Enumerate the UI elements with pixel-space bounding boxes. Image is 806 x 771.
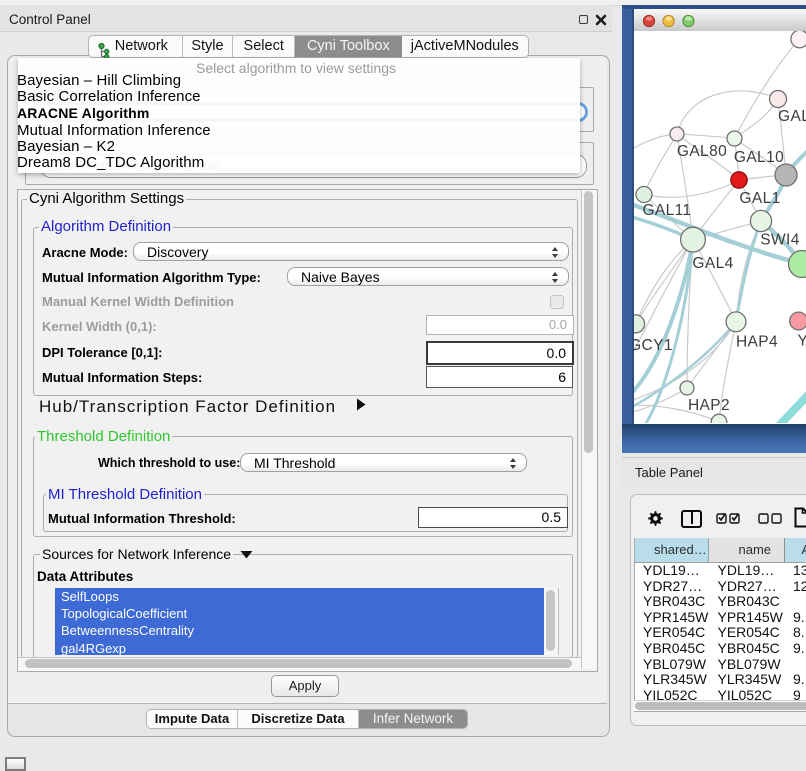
svg-text:SWI4: SWI4 bbox=[760, 232, 800, 249]
svg-text:GAL10: GAL10 bbox=[734, 149, 784, 166]
svg-text:GAL11: GAL11 bbox=[642, 202, 691, 219]
svg-text:GAL1: GAL1 bbox=[739, 190, 780, 207]
svg-text:GAL: GAL bbox=[778, 108, 806, 125]
svg-text:Y: Y bbox=[798, 333, 806, 350]
svg-text:GCY1: GCY1 bbox=[634, 337, 673, 354]
svg-text:HAP4: HAP4 bbox=[736, 334, 778, 351]
svg-text:HAP2: HAP2 bbox=[688, 397, 730, 414]
svg-text:GAL80: GAL80 bbox=[677, 143, 727, 160]
svg-text:GAL4: GAL4 bbox=[692, 255, 733, 272]
